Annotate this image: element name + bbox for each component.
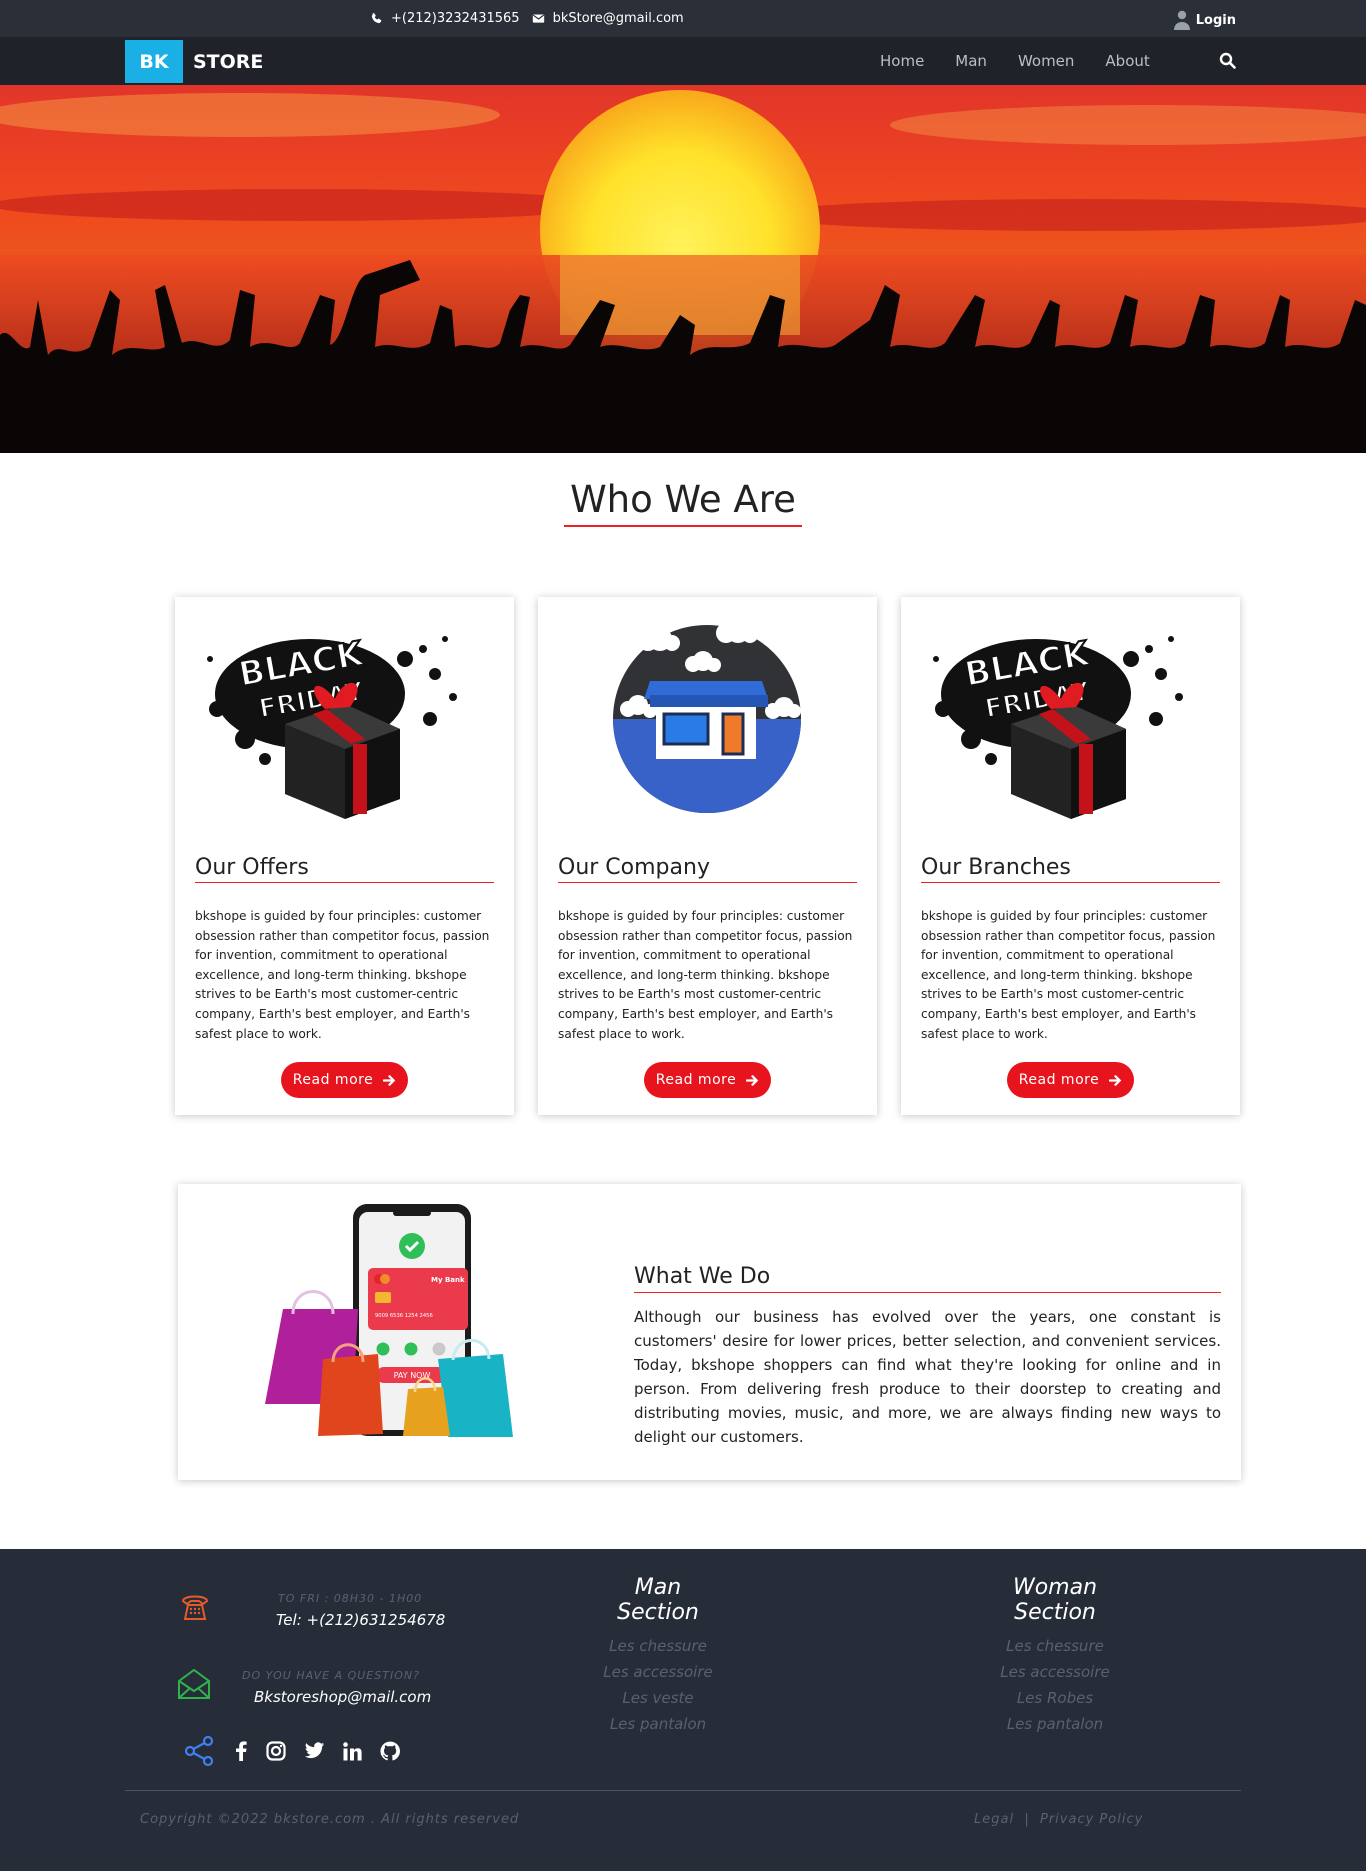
read-more-label: Read more (292, 1072, 374, 1088)
nav-links: Home Man Women About (880, 52, 1181, 70)
envelope-icon (532, 14, 544, 23)
social-links (182, 1734, 400, 1768)
man-link-pantalon[interactable]: Les pantalon (593, 1711, 723, 1737)
read-more-label: Read more (1018, 1072, 1100, 1088)
nav-man[interactable]: Man (955, 52, 987, 70)
card-branches: BLACK FRIDAY Our Branches bkshope is gui… (901, 597, 1240, 1115)
footer-email[interactable]: Bkstoreshop@mail.com (254, 1688, 431, 1706)
linkedin-icon[interactable] (343, 1741, 362, 1761)
nav-about[interactable]: About (1105, 52, 1149, 70)
github-icon[interactable] (380, 1741, 400, 1761)
footer-tel[interactable]: Tel: +(212)631254678 (276, 1611, 445, 1629)
footer-hours: TO FRI : 08H30 - 1H00 (278, 1592, 423, 1605)
privacy-link[interactable]: Privacy Policy (1040, 1812, 1143, 1827)
twitter-icon[interactable] (304, 1742, 325, 1760)
top-phone[interactable]: +(212)3232431565 (391, 11, 520, 26)
what-we-do-text: Although our business has evolved over t… (634, 1308, 1221, 1446)
card-offers: BLACK FRIDAY Our Offers bkshope is guide… (175, 597, 514, 1115)
instagram-icon[interactable] (266, 1741, 286, 1761)
what-we-do-panel: My Bank 9009 6536 1254 2456 PAY NOW What… (178, 1184, 1241, 1480)
facebook-icon[interactable] (234, 1741, 248, 1761)
phone-icon (371, 13, 382, 24)
user-icon (1173, 10, 1190, 30)
black-friday-image: BLACK FRIDAY (195, 619, 495, 824)
who-we-are-title: Who We Are (564, 478, 802, 527)
read-more-button[interactable]: Read more (281, 1062, 408, 1098)
footer-divider (125, 1790, 1241, 1791)
legal-links: Legal | Privacy Policy (974, 1812, 1143, 1827)
phone-icon (181, 1595, 209, 1620)
woman-section-title: Woman Section (1012, 1575, 1098, 1625)
legal-separator: | (1024, 1812, 1030, 1827)
store-illustration (558, 619, 858, 824)
card-title: Our Company (558, 854, 857, 883)
brand-logo[interactable]: BK STORE (125, 40, 263, 83)
woman-section: Woman Section Les chessure Les accessoir… (970, 1575, 1140, 1737)
section-title-wrap: Who We Are (0, 478, 1366, 527)
brand-text: STORE (193, 50, 264, 73)
envelope-icon (178, 1668, 210, 1699)
man-link-chessure[interactable]: Les chessure (593, 1633, 723, 1659)
legal-link[interactable]: Legal (974, 1812, 1014, 1827)
woman-link-pantalon[interactable]: Les pantalon (970, 1711, 1140, 1737)
man-section: Man Section Les chessure Les accessoire … (593, 1575, 723, 1737)
man-link-veste[interactable]: Les veste (593, 1685, 723, 1711)
black-friday-image: BLACK FRIDAY (921, 619, 1221, 824)
hero-sunset-image (0, 85, 1366, 453)
copyright: Copyright ©2022 bkstore.com . All rights… (140, 1812, 520, 1827)
card-text: bkshope is guided by four principles: cu… (921, 909, 1216, 1041)
man-section-title: Man Section (617, 1575, 699, 1625)
woman-link-accessoire[interactable]: Les accessoire (970, 1659, 1140, 1685)
search-icon[interactable] (1219, 52, 1236, 69)
read-more-label: Read more (655, 1072, 737, 1088)
card-text: bkshope is guided by four principles: cu… (195, 909, 490, 1041)
nav-home[interactable]: Home (880, 52, 924, 70)
brand-badge: BK (125, 40, 183, 83)
bank-name: My Bank (431, 1276, 465, 1284)
woman-link-robes[interactable]: Les Robes (970, 1685, 1140, 1711)
footer-question: DO YOU HAVE A QUESTION? (242, 1669, 420, 1682)
card-company: Our Company bkshope is guided by four pr… (538, 597, 877, 1115)
man-link-accessoire[interactable]: Les accessoire (593, 1659, 723, 1685)
card-title: Our Offers (195, 854, 494, 883)
card-text: bkshope is guided by four principles: cu… (558, 909, 853, 1041)
main-navbar: BK STORE Home Man Women About (0, 37, 1366, 85)
read-more-button[interactable]: Read more (644, 1062, 771, 1098)
footer: TO FRI : 08H30 - 1H00 Tel: +(212)6312546… (0, 1549, 1366, 1871)
login-link[interactable]: Login (1173, 10, 1236, 30)
top-contact: +(212)3232431565 bkStore@gmail.com (370, 11, 684, 26)
mobile-payment-illustration: My Bank 9009 6536 1254 2456 PAY NOW (263, 1204, 533, 1459)
woman-link-chessure[interactable]: Les chessure (970, 1633, 1140, 1659)
share-icon[interactable] (182, 1734, 216, 1768)
arrow-right-icon (746, 1074, 759, 1086)
read-more-button[interactable]: Read more (1007, 1062, 1134, 1098)
nav-women[interactable]: Women (1018, 52, 1074, 70)
arrow-right-icon (383, 1074, 396, 1086)
top-email[interactable]: bkStore@gmail.com (553, 11, 684, 26)
top-bar: +(212)3232431565 bkStore@gmail.com Login (0, 0, 1366, 37)
what-we-do-title: What We Do (634, 1262, 1221, 1293)
card-title: Our Branches (921, 854, 1220, 883)
arrow-right-icon (1109, 1074, 1122, 1086)
login-label: Login (1195, 12, 1236, 28)
hero-banner (0, 85, 1366, 453)
card-number: 9009 6536 1254 2456 (375, 1313, 433, 1319)
